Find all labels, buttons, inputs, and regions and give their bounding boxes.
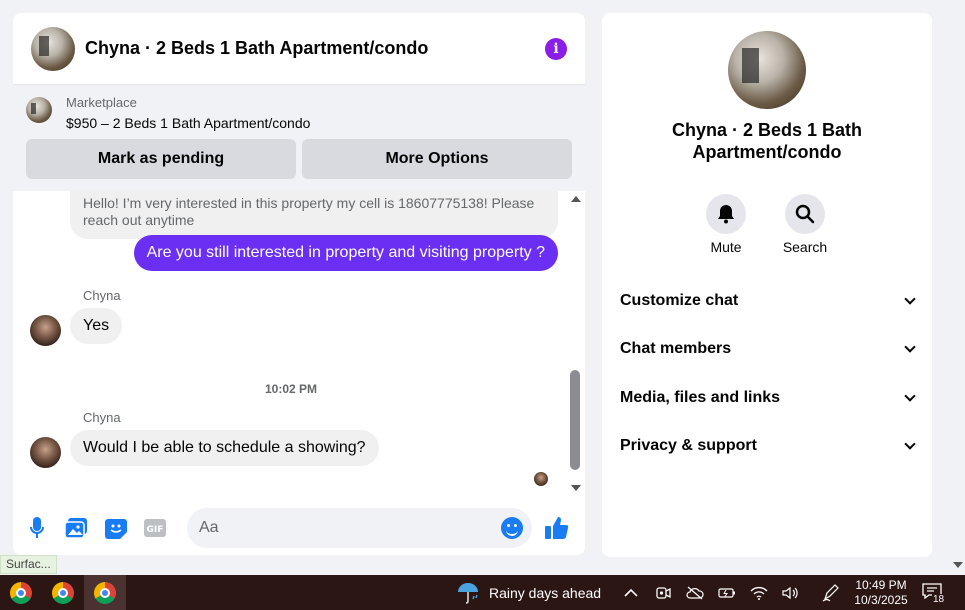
menu-customize-chat[interactable]: Customize chat (620, 289, 920, 313)
conversation-info-panel: Chyna · 2 Beds 1 Bath Apartment/condo Mu… (602, 13, 932, 557)
scroll-thumb[interactable] (570, 370, 580, 470)
message-scrollbar[interactable] (569, 191, 585, 501)
menu-item-label: Privacy & support (620, 437, 757, 454)
taskbar-chrome-app[interactable] (42, 575, 84, 610)
microphone-icon[interactable] (25, 516, 49, 540)
menu-media-files-links[interactable]: Media, files and links (620, 386, 920, 410)
search-button[interactable]: Search (775, 194, 835, 255)
weather-text: Rainy days ahead (489, 584, 602, 601)
thumbs-up-icon[interactable] (545, 516, 569, 540)
mark-as-pending-button[interactable]: Mark as pending (26, 139, 296, 179)
sender-avatar[interactable] (30, 315, 61, 346)
pen-icon[interactable] (822, 583, 840, 602)
chrome-icon (10, 581, 32, 604)
chrome-icon (52, 581, 74, 604)
camera-icon[interactable] (654, 584, 672, 602)
menu-privacy-support[interactable]: Privacy & support (620, 434, 920, 458)
scroll-up-arrow-icon[interactable] (571, 196, 581, 202)
svg-text:GIF: GIF (147, 525, 164, 535)
menu-chat-members[interactable]: Chat members (620, 337, 920, 361)
photo-icon[interactable] (65, 516, 89, 540)
listing-thumbnail[interactable] (26, 97, 52, 123)
taskbar: Rainy days ahead 10:49 PM 10/3/2025 18 (0, 575, 965, 610)
umbrella-icon (458, 582, 478, 604)
gif-icon[interactable]: GIF (144, 516, 168, 540)
message-input-wrapper (187, 508, 533, 548)
incoming-message: Would I be able to schedule a showing? (70, 430, 379, 466)
system-tray (622, 575, 840, 610)
outgoing-message: Are you still interested in property and… (133, 235, 558, 271)
chat-panel: Chyna · 2 Beds 1 Bath Apartment/condo i … (13, 13, 585, 555)
chrome-icon (94, 581, 116, 604)
mute-button[interactable]: Mute (696, 194, 756, 255)
notification-count-badge: 18 (932, 594, 946, 605)
volume-icon[interactable] (782, 584, 800, 602)
bell-icon[interactable] (706, 194, 746, 234)
search-icon[interactable] (785, 194, 825, 234)
profile-avatar[interactable] (728, 31, 806, 109)
chat-avatar[interactable] (31, 26, 75, 71)
emoji-icon[interactable] (501, 517, 524, 539)
taskbar-clock[interactable]: 10:49 PM 10/3/2025 (846, 578, 916, 608)
cloud-offline-icon[interactable] (686, 584, 704, 602)
chat-header: Chyna · 2 Beds 1 Bath Apartment/condo i (13, 13, 585, 85)
chevron-down-icon (904, 390, 916, 402)
incoming-message: Hello! I’m very interested in this prope… (70, 191, 558, 239)
chevron-down-icon (904, 293, 916, 305)
menu-item-label: Media, files and links (620, 389, 781, 406)
marketplace-banner: Marketplace $950 – 2 Beds 1 Bath Apartme… (13, 85, 585, 191)
clock-date: 10/3/2025 (854, 593, 908, 607)
info-icon[interactable]: i (545, 37, 567, 60)
message-composer: GIF (13, 501, 585, 555)
taskbar-chrome-app-active[interactable] (84, 575, 126, 610)
taskbar-chrome-app[interactable] (0, 575, 42, 610)
panel-title: Chyna · 2 Beds 1 Bath Apartment/condo (671, 120, 863, 162)
incoming-message: Yes (70, 308, 123, 344)
status-tooltip: Surfac... (0, 555, 57, 574)
message-list: Hello! I’m very interested in this prope… (13, 191, 569, 501)
seen-indicator-avatar (534, 472, 548, 486)
clock-time: 10:49 PM (855, 578, 907, 592)
listing-title[interactable]: $950 – 2 Beds 1 Bath Apartment/condo (66, 115, 310, 131)
sender-name: Chyna (83, 410, 121, 425)
weather-widget[interactable]: Rainy days ahead (457, 575, 601, 610)
mute-label: Mute (710, 239, 742, 255)
scroll-down-arrow-icon[interactable] (571, 485, 581, 491)
menu-item-label: Chat members (620, 340, 732, 357)
chat-title[interactable]: Chyna · 2 Beds 1 Bath Apartment/condo (85, 38, 545, 59)
wifi-icon[interactable] (750, 584, 768, 602)
window-scroll-down-arrow-icon[interactable] (953, 562, 963, 568)
chevron-up-icon[interactable] (622, 584, 640, 602)
sticker-icon[interactable] (104, 516, 128, 540)
sender-avatar[interactable] (30, 437, 61, 468)
message-input[interactable] (199, 519, 502, 537)
chevron-down-icon (904, 438, 916, 450)
chevron-down-icon (904, 341, 916, 353)
battery-icon[interactable] (718, 584, 736, 602)
sender-name: Chyna (83, 288, 121, 303)
search-label: Search (782, 239, 828, 255)
menu-item-label: Customize chat (620, 292, 739, 309)
more-options-button[interactable]: More Options (302, 139, 572, 179)
marketplace-label: Marketplace (66, 95, 137, 110)
message-timestamp: 10:02 PM (264, 382, 318, 396)
